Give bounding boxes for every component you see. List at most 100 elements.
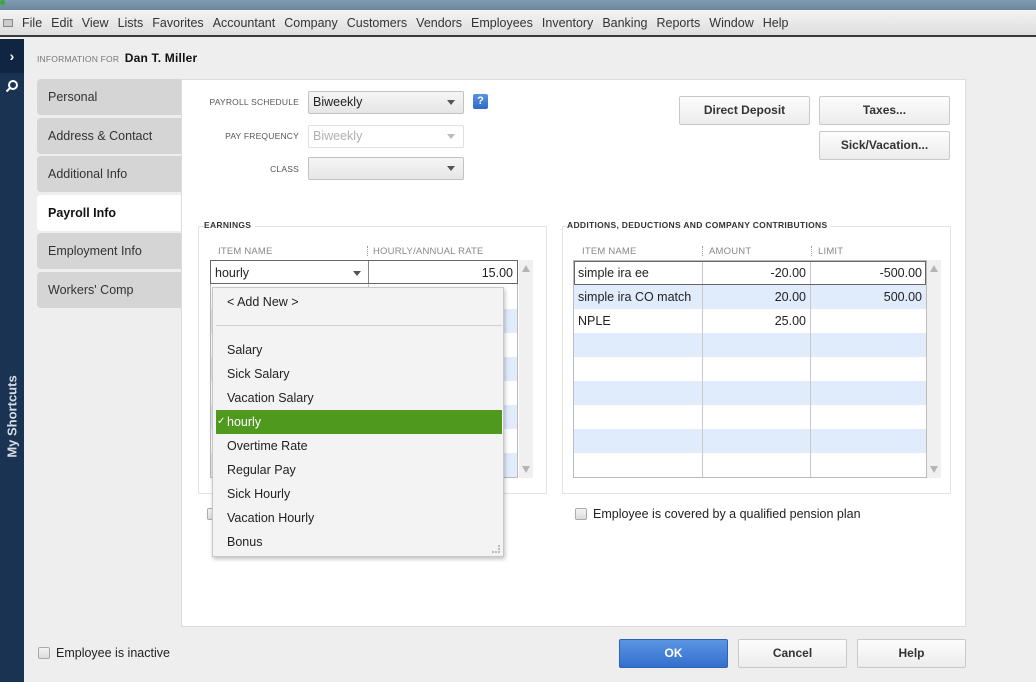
column-separator [811,246,812,256]
additions-row[interactable] [574,453,926,477]
dropdown-option[interactable]: Salary [213,338,503,362]
additions-row[interactable] [574,429,926,453]
information-for-label: INFORMATION FOR [37,54,120,64]
additions-row[interactable] [574,357,926,381]
menu-view[interactable]: View [82,16,109,30]
additions-row[interactable] [574,333,926,357]
additions-limit[interactable] [811,309,926,333]
class-label: CLASS [270,164,299,174]
additions-row[interactable] [574,405,926,429]
menu-banking[interactable]: Banking [602,16,647,30]
additions-amount[interactable]: 25.00 [703,309,810,333]
shortcuts-sidebar: › My Shortcuts [0,39,24,682]
additions-row[interactable]: simple ira CO match 20.00 500.00 [574,285,926,309]
my-shortcuts-label[interactable]: My Shortcuts [5,375,20,459]
dropdown-option-label: hourly [227,415,262,429]
direct-deposit-button[interactable]: Direct Deposit [679,96,810,125]
additions-amount[interactable]: 20.00 [703,285,810,309]
earnings-item-value[interactable]: hourly [211,261,361,285]
menu-edit[interactable]: Edit [51,16,73,30]
additions-item[interactable]: NPLE [574,309,702,333]
app-icon [0,0,5,5]
resize-grip-icon[interactable] [492,545,500,553]
earnings-scrollbar[interactable] [519,260,533,478]
dropdown-option[interactable]: Vacation Salary [213,386,503,410]
menu-accountant[interactable]: Accountant [213,16,276,30]
chevron-right-icon[interactable]: › [0,39,24,73]
additions-grid: simple ira ee -20.00 -500.00 simple ira … [573,260,927,478]
chevron-down-icon [447,100,455,105]
dropdown-option[interactable]: Vacation Hourly [213,506,503,530]
dropdown-option[interactable]: Sick Hourly [213,482,503,506]
tab-personal[interactable]: Personal [37,79,182,115]
class-select[interactable] [308,157,464,180]
menu-help[interactable]: Help [763,16,789,30]
dropdown-option[interactable]: Bonus [213,530,503,554]
earnings-rate-value[interactable]: 15.00 [369,261,517,285]
pension-plan-checkbox[interactable] [575,508,587,520]
dropdown-option[interactable]: Regular Pay [213,458,503,482]
scroll-up-icon[interactable] [522,265,530,272]
earnings-item-dropdown: < Add New > Salary Sick Salary Vacation … [212,287,504,557]
earnings-title: EARNINGS [204,220,256,230]
payroll-schedule-select[interactable]: Biweekly [308,91,464,114]
column-divider [810,261,811,477]
column-divider [702,261,703,477]
dropdown-separator [216,325,502,326]
chevron-down-icon[interactable] [353,271,361,276]
dropdown-option-selected[interactable]: ✓ hourly [216,410,502,434]
menu-bar: File Edit View Lists Favorites Accountan… [0,10,1036,37]
earnings-current-row[interactable]: hourly 15.00 [210,260,518,284]
menu-inventory[interactable]: Inventory [542,16,593,30]
additions-title: ADDITIONS, DEDUCTIONS AND COMPANY CONTRI… [567,220,832,230]
tab-payroll-info[interactable]: Payroll Info [37,194,182,231]
menu-file[interactable]: File [22,16,42,30]
pension-plan-label[interactable]: Employee is covered by a qualified pensi… [593,507,861,521]
window-title-bar [0,0,1036,10]
menu-vendors[interactable]: Vendors [416,16,462,30]
pay-frequency-value: Biweekly [313,129,363,143]
tab-address-contact[interactable]: Address & Contact [37,117,182,154]
additions-limit[interactable]: 500.00 [811,285,926,309]
tab-additional-info[interactable]: Additional Info [37,156,182,192]
menu-employees[interactable]: Employees [471,16,533,30]
menu-favorites[interactable]: Favorites [152,16,203,30]
earnings-col-rate: HOURLY/ANNUAL RATE [373,246,484,257]
scroll-down-icon[interactable] [522,466,530,473]
pay-frequency-select: Biweekly [308,125,464,148]
additions-current-row-outline [574,261,926,285]
dropdown-option[interactable]: Sick Salary [213,362,503,386]
menu-lists[interactable]: Lists [118,16,144,30]
dropdown-add-new[interactable]: < Add New > [213,290,503,314]
search-icon[interactable] [0,79,24,105]
sick-vacation-button[interactable]: Sick/Vacation... [819,131,950,160]
menu-window[interactable]: Window [709,16,753,30]
employee-name: Dan T. Miller [124,51,198,65]
payroll-schedule-label: PAYROLL SCHEDULE [209,97,299,107]
help-button[interactable]: Help [857,639,966,668]
system-menu-icon[interactable] [3,18,13,27]
tab-workers-comp[interactable]: Workers' Comp [37,271,182,308]
employee-inactive-label[interactable]: Employee is inactive [56,646,170,660]
additions-scrollbar[interactable] [927,260,941,478]
tab-employment-info[interactable]: Employment Info [37,233,182,269]
menu-company[interactable]: Company [284,16,338,30]
additions-col-limit: LIMIT [818,246,844,257]
chevron-down-icon [447,166,455,171]
taxes-button[interactable]: Taxes... [819,96,950,125]
dropdown-option[interactable]: Overtime Rate [213,434,503,458]
additions-col-item-name: ITEM NAME [582,246,637,257]
employee-inactive-checkbox[interactable] [38,647,50,659]
scroll-up-icon[interactable] [930,265,938,272]
additions-row[interactable] [574,381,926,405]
scroll-down-icon[interactable] [930,466,938,473]
cancel-button[interactable]: Cancel [738,639,847,668]
menu-reports[interactable]: Reports [657,16,701,30]
ok-button[interactable]: OK [619,639,728,668]
additions-row[interactable]: NPLE 25.00 [574,309,926,333]
menu-customers[interactable]: Customers [347,16,407,30]
additions-item[interactable]: simple ira CO match [574,285,702,309]
chevron-down-icon [447,134,455,139]
employee-tabs: Personal Address & Contact Additional In… [37,79,182,310]
help-question-icon[interactable]: ? [473,94,488,109]
